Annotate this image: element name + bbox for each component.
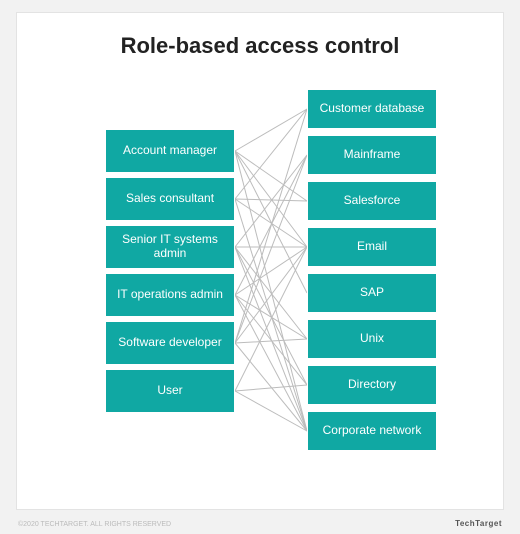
diagram-frame: Role-based access control Account manage…	[16, 12, 504, 510]
copyright-text: ©2020 TECHTARGET. ALL RIGHTS RESERVED	[18, 521, 171, 528]
conn-sales-consultant-to-customer-database	[235, 109, 307, 199]
resource-unix: Unix	[307, 319, 437, 359]
resource-sap: SAP	[307, 273, 437, 313]
footer-brand: TechTarget	[455, 519, 502, 528]
resource-salesforce: Salesforce	[307, 181, 437, 221]
resource-corporate-network: Corporate network	[307, 411, 437, 451]
conn-sales-consultant-to-email	[235, 199, 307, 247]
conn-it-operations-admin-to-unix	[235, 295, 307, 339]
footer-brand-bold: TechTarget	[455, 519, 502, 528]
role-senior-it-systems-admin: Senior IT systems admin	[105, 225, 235, 269]
resource-customer-database: Customer database	[307, 89, 437, 129]
resource-mainframe: Mainframe	[307, 135, 437, 175]
conn-software-developer-to-customer-database	[235, 109, 307, 343]
role-account-manager: Account manager	[105, 129, 235, 173]
conn-account-manager-to-sap	[235, 151, 307, 293]
resource-directory: Directory	[307, 365, 437, 405]
page-root: Role-based access control Account manage…	[0, 0, 520, 534]
role-user: User	[105, 369, 235, 413]
role-sales-consultant: Sales consultant	[105, 177, 235, 221]
role-software-developer: Software developer	[105, 321, 235, 365]
role-it-operations-admin: IT operations admin	[105, 273, 235, 317]
resource-email: Email	[307, 227, 437, 267]
